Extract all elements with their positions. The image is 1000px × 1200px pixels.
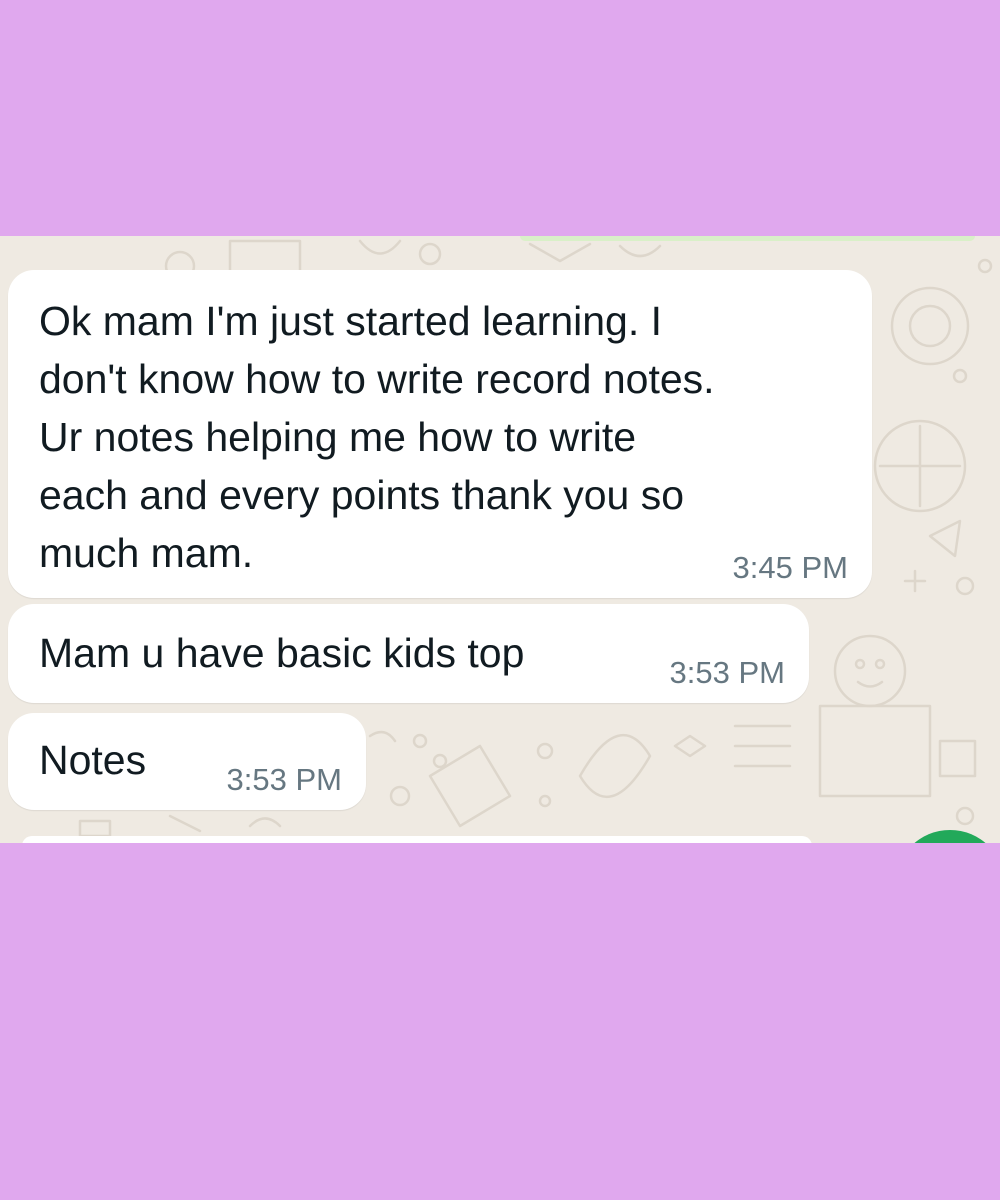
message-text: Mam u have basic kids top <box>39 630 525 676</box>
message-timestamp: 3:45 PM <box>732 550 848 585</box>
previous-outgoing-bubble-edge <box>520 236 975 241</box>
chat-conversation-area[interactable]: Ok mam I'm just started learning. I don'… <box>0 236 1000 843</box>
incoming-message-bubble[interactable]: Ok mam I'm just started learning. I don'… <box>8 270 872 598</box>
message-text: Notes <box>39 737 147 783</box>
incoming-message-bubble[interactable]: Notes 3:53 PM <box>8 713 366 810</box>
incoming-message-bubble[interactable]: Mam u have basic kids top 3:53 PM <box>8 604 809 703</box>
screenshot-frame: Ok mam I'm just started learning. I don'… <box>0 0 1000 1200</box>
message-timestamp: 3:53 PM <box>669 655 785 690</box>
message-input-field-edge[interactable] <box>22 836 812 843</box>
message-timestamp: 3:53 PM <box>226 762 342 797</box>
message-text: Ok mam I'm just started learning. I don'… <box>39 298 715 576</box>
